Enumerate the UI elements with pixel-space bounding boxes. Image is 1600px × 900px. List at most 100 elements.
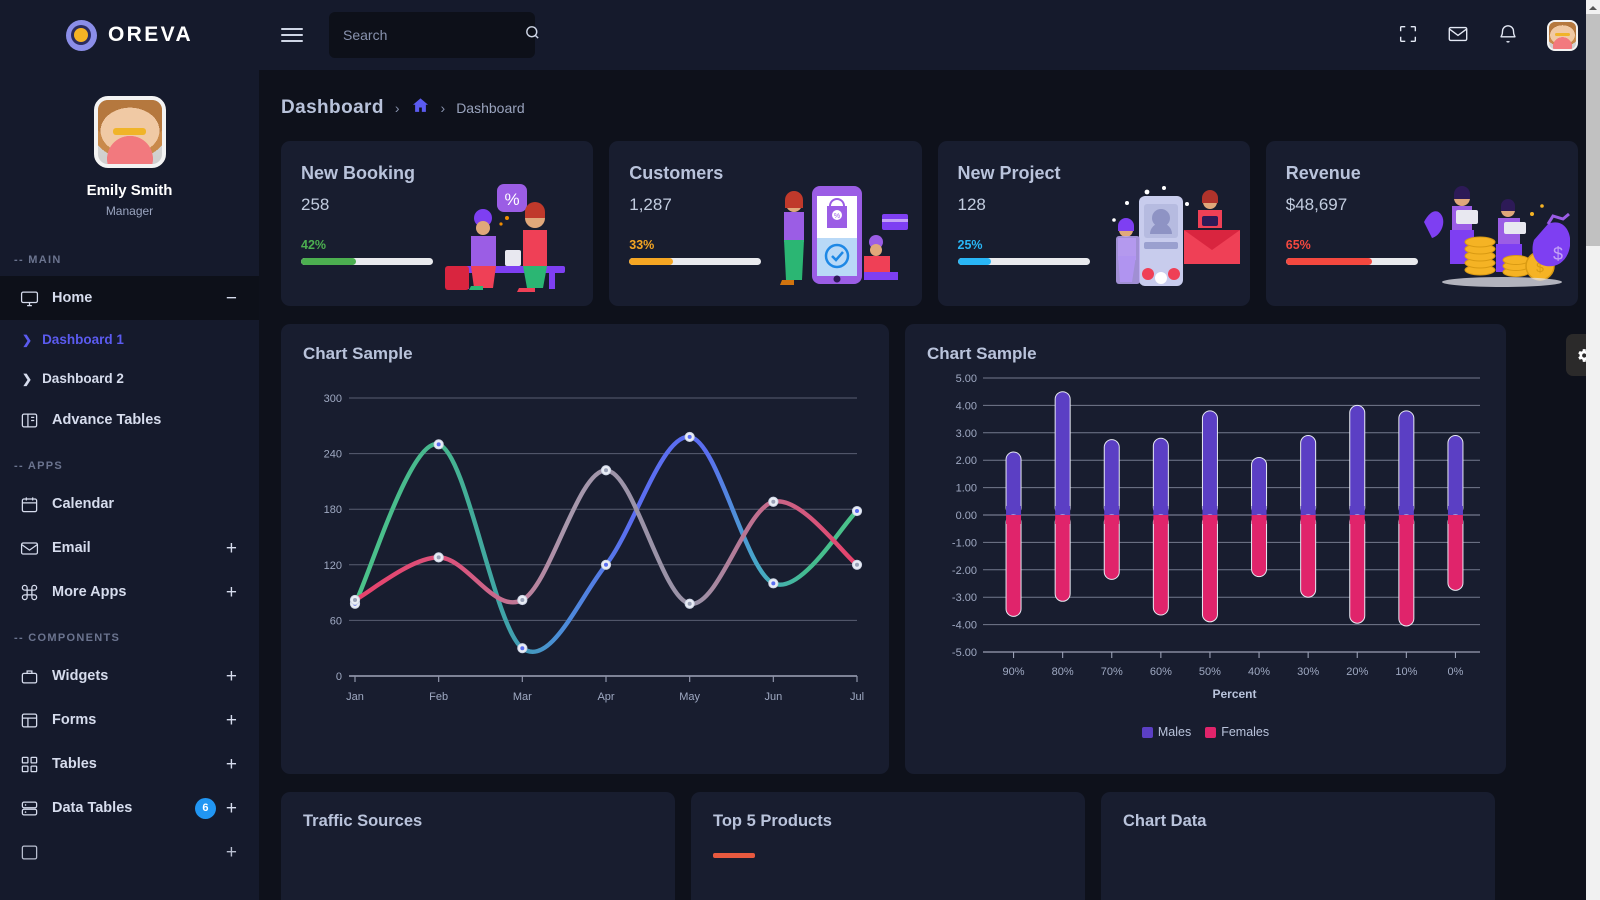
expand-toggle[interactable]: + (226, 539, 237, 558)
card-title: Chart Data (1123, 812, 1207, 830)
bottom-cards-row: Traffic Sources Top 5 Products Chart Dat… (259, 774, 1600, 900)
briefcase-icon (18, 665, 40, 687)
svg-text:300: 300 (324, 393, 342, 405)
legend-item-females[interactable]: Females (1205, 725, 1269, 739)
svg-text:2.00: 2.00 (956, 455, 977, 467)
svg-text:60%: 60% (1150, 666, 1172, 678)
svg-text:4.00: 4.00 (956, 400, 977, 412)
sidebar-item-label: Widgets (52, 668, 109, 684)
svg-text:180: 180 (324, 504, 342, 516)
sidebar-item-label: Calendar (52, 496, 115, 512)
svg-text:50%: 50% (1199, 666, 1221, 678)
collapse-toggle[interactable]: − (226, 289, 237, 308)
home-icon[interactable] (411, 96, 430, 120)
charts-row: Chart Sample 0 60 120 180 240 300 Jan Feb Mar Apr… (259, 306, 1600, 774)
svg-text:-3.00: -3.00 (952, 592, 977, 604)
sidebar-profile: Emily Smith Manager (0, 70, 259, 236)
search-icon[interactable] (524, 24, 541, 46)
svg-text:80%: 80% (1052, 666, 1074, 678)
avatar[interactable] (1547, 19, 1578, 51)
sidebar-item-label: Advance Tables (52, 412, 162, 428)
sidebar-item-label: Data Tables (52, 800, 133, 816)
sidebar-item-data-tables[interactable]: Data Tables 6 + (0, 786, 259, 830)
layout-icon (18, 709, 40, 731)
bar-chart-panel: Chart Sample 5.00 4.00 3.00 2.00 1.00 0.00 -1.… (905, 324, 1506, 774)
stat-card-new-booking[interactable]: New Booking 258 42% % (281, 141, 594, 306)
sidebar-item-label: More Apps (52, 584, 127, 600)
mobile-shopping-illustration: % (779, 186, 908, 285)
stat-card-new-project[interactable]: New Project 128 25% (937, 141, 1250, 306)
page-title: Dashboard (281, 97, 384, 118)
main-content: Dashboard › › Dashboard New Booking 258 … (259, 70, 1600, 900)
expand-toggle[interactable]: + (226, 755, 237, 774)
expand-toggle[interactable]: + (226, 667, 237, 686)
section-label-components: COMPONENTS (0, 614, 259, 654)
sidebar-item-widgets[interactable]: Widgets + (0, 654, 259, 698)
sidebar-item-tables[interactable]: Tables + (0, 742, 259, 786)
shopping-couple-illustration: % (445, 184, 566, 292)
svg-text:Mar: Mar (513, 691, 532, 703)
database-icon (18, 797, 40, 819)
sidebar-item-forms[interactable]: Forms + (0, 698, 259, 742)
scrollbar-thumb[interactable] (1586, 14, 1600, 246)
sidebar-item-label: Email (52, 540, 91, 556)
svg-text:120: 120 (324, 560, 342, 572)
envelope-icon (18, 537, 40, 559)
sidebar-item-home[interactable]: Home − (0, 276, 259, 320)
breadcrumb: Dashboard › › Dashboard (259, 70, 1600, 120)
profile-name: Emily Smith (86, 182, 173, 199)
panel-title: Chart Sample (303, 344, 413, 363)
layout-icon (18, 841, 40, 863)
svg-text:240: 240 (324, 449, 342, 461)
stat-card-customers[interactable]: Customers 1,287 33% % (609, 141, 922, 306)
sidebar: OREVA Emily Smith Manager MAIN Home − ❯ … (0, 0, 259, 900)
svg-text:Percent: Percent (1212, 687, 1256, 701)
svg-text:0%: 0% (1447, 666, 1463, 678)
sidebar-item-email[interactable]: Email + (0, 526, 259, 570)
stat-card-revenue[interactable]: Revenue $48,697 65% $ $ (1265, 141, 1578, 306)
hamburger-icon[interactable] (281, 24, 303, 46)
svg-text:-5.00: -5.00 (952, 647, 977, 659)
search-input[interactable] (343, 27, 524, 43)
svg-text:20%: 20% (1346, 666, 1368, 678)
expand-toggle[interactable]: + (226, 583, 237, 602)
sidebar-subitem-label: Dashboard 2 (42, 371, 124, 386)
traffic-sources-card: Traffic Sources (281, 792, 675, 900)
grid-icon (18, 753, 40, 775)
sidebar-item-more-apps[interactable]: More Apps + (0, 570, 259, 614)
monitor-icon (18, 287, 40, 309)
svg-text:Apr: Apr (597, 691, 614, 703)
sidebar-subitem-label: Dashboard 1 (42, 332, 124, 347)
mail-icon[interactable] (1447, 23, 1471, 47)
sidebar-item-calendar[interactable]: Calendar (0, 482, 259, 526)
table-columns-icon (18, 409, 40, 431)
product-color-chip (713, 853, 755, 858)
expand-toggle[interactable]: + (226, 711, 237, 730)
breadcrumb-separator: › (394, 100, 400, 116)
line-chart[interactable]: 0 60 120 180 240 300 Jan Feb Mar Apr May Jun Jul (303, 364, 867, 754)
calendar-icon (18, 493, 40, 515)
bell-icon[interactable] (1497, 23, 1521, 47)
svg-text:Jan: Jan (346, 691, 364, 703)
sidebar-item-dashboard-2[interactable]: ❯ Dashboard 2 (0, 359, 259, 398)
status-badge: 6 (194, 797, 216, 819)
circle-dot-icon (65, 19, 97, 51)
bar-chart[interactable]: 5.00 4.00 3.00 2.00 1.00 0.00 -1.00 -2.00 -3.00 -… (927, 364, 1484, 716)
legend-item-males[interactable]: Males (1141, 725, 1191, 739)
sidebar-item-partial[interactable]: + (0, 830, 259, 874)
search-box[interactable] (329, 12, 539, 58)
sidebar-item-dashboard-1[interactable]: ❯ Dashboard 1 (0, 320, 259, 359)
fullscreen-icon[interactable] (1397, 23, 1421, 47)
svg-text:70%: 70% (1101, 666, 1123, 678)
svg-text:40%: 40% (1248, 666, 1270, 678)
avatar[interactable] (93, 96, 166, 168)
profile-role: Manager (105, 204, 154, 218)
command-icon (18, 581, 40, 603)
breadcrumb-separator: › (440, 100, 446, 116)
section-label-main: MAIN (0, 236, 259, 276)
brand-logo[interactable]: OREVA (0, 0, 259, 70)
progress-bar (629, 258, 762, 265)
scroll-up-arrow[interactable] (1586, 0, 1600, 14)
expand-toggle[interactable]: + (226, 799, 237, 818)
sidebar-item-advance-tables[interactable]: Advance Tables (0, 398, 259, 442)
